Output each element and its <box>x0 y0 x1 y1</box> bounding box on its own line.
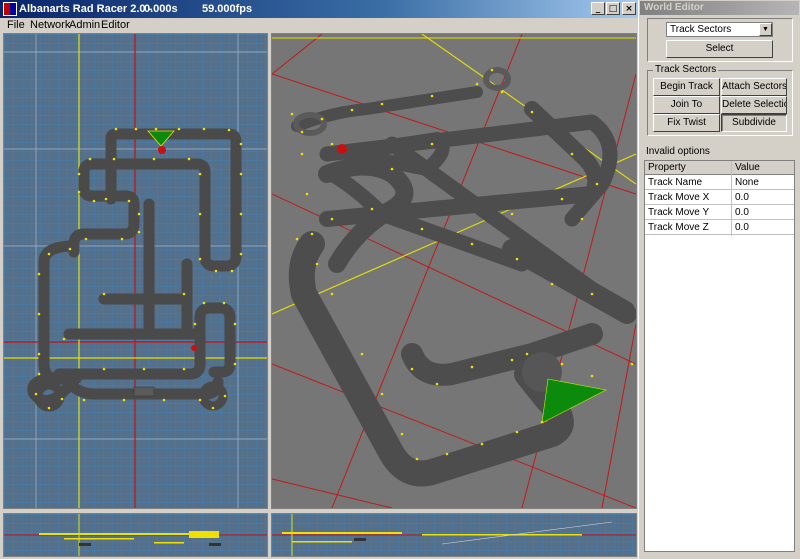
fps-readout: 59.000fps <box>202 3 253 15</box>
mode-dropdown[interactable]: Track Sectors ▼ <box>666 22 773 37</box>
property-name: Track Move X <box>648 192 710 203</box>
join-to-button[interactable]: Join To <box>653 96 720 114</box>
properties-table[interactable]: Property Value Track Name None Track Mov… <box>644 160 795 552</box>
properties-header: Property Value <box>645 161 794 175</box>
property-name: Track Move Y <box>648 207 710 218</box>
menu-network[interactable]: Network <box>28 19 72 31</box>
property-value[interactable]: None <box>735 177 759 188</box>
editor-title: World Editor <box>644 2 704 13</box>
side-viewport[interactable] <box>271 513 637 557</box>
maximize-icon[interactable]: □ <box>606 2 620 15</box>
menu-bar: File Network Admin Editor <box>0 18 638 33</box>
table-row[interactable]: Track Move Y 0.0 <box>645 206 794 220</box>
title-bar[interactable]: Albanarts Rad Racer 2.0 - 0.000s 59.000f… <box>0 0 638 18</box>
menu-admin[interactable]: Admin <box>67 19 102 31</box>
table-row[interactable]: Track Move Z 0.0 <box>645 221 794 235</box>
table-row[interactable]: Track Name None <box>645 176 794 190</box>
fix-twist-button[interactable]: Fix Twist <box>653 114 720 132</box>
select-button[interactable]: Select <box>666 40 773 58</box>
track-sectors-group-label: Track Sectors <box>653 64 719 75</box>
app-icon <box>3 2 17 16</box>
begin-track-button[interactable]: Begin Track <box>653 78 720 96</box>
time-readout: 0.000s <box>144 3 178 15</box>
window-title: Albanarts Rad Racer 2.0 - <box>19 3 153 15</box>
menu-file[interactable]: File <box>5 19 27 31</box>
top-viewport[interactable] <box>3 33 268 509</box>
attach-sectors-button[interactable]: Attach Sectors <box>721 78 787 96</box>
menu-editor[interactable]: Editor <box>99 19 132 31</box>
world-editor-panel: World Editor Track Sectors ▼ Select Trac… <box>638 0 800 559</box>
dropdown-arrow-icon[interactable]: ▼ <box>759 23 772 36</box>
subdivide-button[interactable]: Subdivide <box>721 114 787 132</box>
property-name: Track Name <box>648 177 703 188</box>
properties-title: Invalid options <box>646 146 710 157</box>
mode-dropdown-value: Track Sectors <box>670 24 732 35</box>
property-value[interactable]: 0.0 <box>735 192 749 203</box>
main-window: Albanarts Rad Racer 2.0 - 0.000s 59.000f… <box>0 0 638 559</box>
value-column-header: Value <box>735 162 760 173</box>
property-column-header: Property <box>648 162 686 173</box>
table-row[interactable]: Track Move X 0.0 <box>645 191 794 205</box>
perspective-viewport[interactable] <box>271 33 637 509</box>
property-value[interactable]: 0.0 <box>735 207 749 218</box>
delete-selection-button[interactable]: Delete Selection <box>721 96 787 114</box>
close-icon[interactable]: × <box>622 2 636 15</box>
column-divider[interactable] <box>731 161 732 236</box>
property-value[interactable]: 0.0 <box>735 222 749 233</box>
editor-title-bar[interactable]: World Editor <box>640 1 799 15</box>
minimize-icon[interactable]: _ <box>591 2 605 15</box>
front-viewport[interactable] <box>3 513 268 557</box>
property-name: Track Move Z <box>648 222 709 233</box>
